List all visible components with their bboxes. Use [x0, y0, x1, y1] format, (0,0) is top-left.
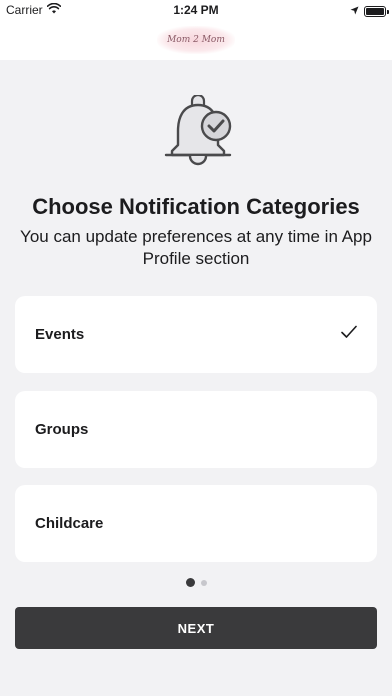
next-button[interactable]: NEXT [15, 607, 377, 649]
category-card-events[interactable]: Events [15, 296, 377, 373]
category-label: Groups [35, 421, 89, 438]
status-right [350, 4, 389, 18]
bell-check-icon [160, 93, 236, 167]
category-label: Childcare [35, 515, 104, 532]
battery-icon [364, 5, 389, 17]
checkmark-icon [341, 325, 357, 344]
page-indicator [0, 578, 392, 587]
page-dot-active [185, 578, 195, 587]
category-label: Events [35, 326, 85, 343]
status-time: 1:24 PM [173, 3, 219, 17]
page-dot-inactive [200, 579, 207, 586]
logo-text: Mom 2 Mom [167, 35, 225, 45]
page-title: Choose Notification Categories [32, 194, 360, 219]
nav-bar: Mom 2 Mom [0, 20, 392, 60]
status-bar: Carrier 1:24 PM [0, 0, 392, 20]
app-logo: Mom 2 Mom [157, 26, 235, 54]
location-arrow-icon [350, 4, 359, 18]
category-card-groups[interactable]: Groups [15, 391, 377, 468]
category-card-childcare[interactable]: Childcare [15, 485, 377, 562]
page-subtitle: You can update preferences at any time i… [20, 227, 372, 268]
